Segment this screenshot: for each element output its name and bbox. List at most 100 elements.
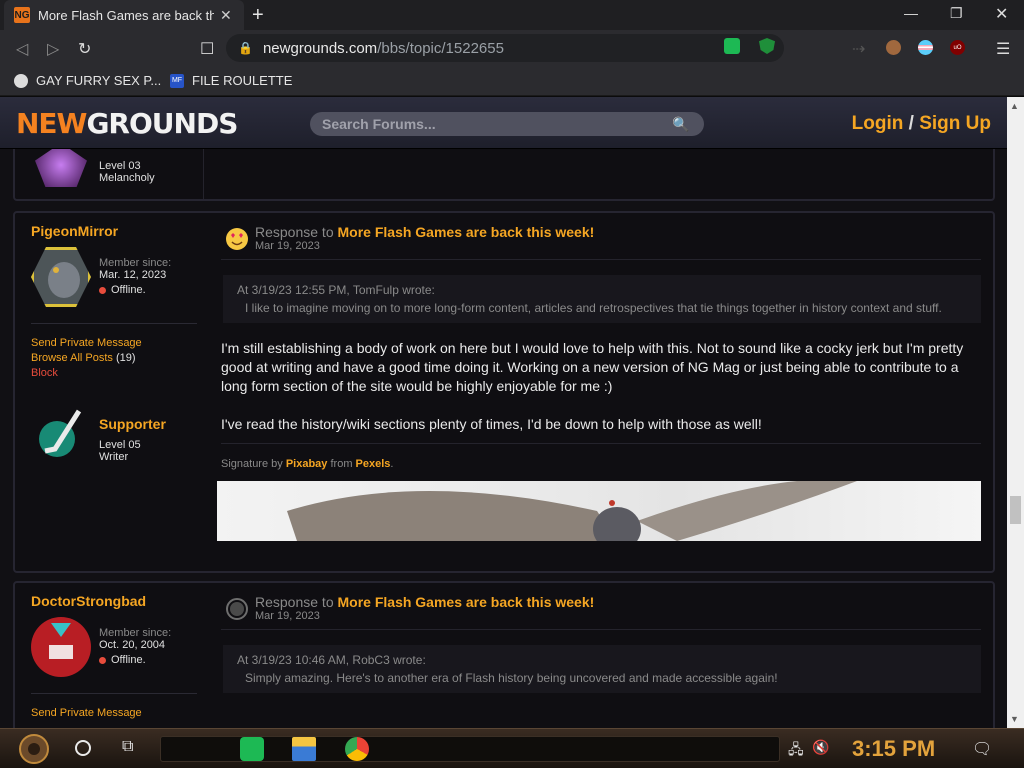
file-explorer-icon[interactable] [292, 737, 316, 761]
auth-separator: / [908, 113, 914, 134]
post-date: Mar 19, 2023 [255, 610, 320, 622]
profile-avatar-icon[interactable] [886, 40, 901, 55]
close-window-icon[interactable]: ✕ [995, 4, 1008, 24]
signup-link[interactable]: Sign Up [919, 113, 991, 134]
tab-title: More Flash Games are back this [38, 7, 214, 23]
forum-search: 🔍 [310, 112, 704, 136]
response-header: Response to More Flash Games are back th… [255, 224, 595, 240]
supporter-title: Supporter [99, 416, 166, 432]
network-icon[interactable]: 🖧 [788, 739, 804, 763]
forum-post: PigeonMirror Member since: Mar. 12, 2023… [13, 211, 995, 573]
file-roulette-icon: MF [170, 73, 184, 88]
clock[interactable]: 3:15 PM [852, 736, 935, 762]
thread-title-link[interactable]: More Flash Games are back this week! [338, 594, 595, 610]
extension-green-icon[interactable] [724, 38, 740, 54]
menu-icon[interactable]: ☰ [996, 39, 1010, 59]
page-scrollbar[interactable] [1007, 97, 1024, 728]
supporter-rank: Writer [99, 451, 129, 463]
signature-credit: Signature by Pixabay from Pexels. [221, 458, 394, 470]
user-avatar[interactable] [31, 247, 91, 307]
divider [221, 629, 981, 630]
globe-icon [14, 73, 28, 88]
bookmark-label: GAY FURRY SEX P... [36, 73, 162, 88]
volume-muted-icon[interactable]: 🔇 [812, 739, 829, 756]
quote-body: I like to imagine moving on to more long… [245, 301, 942, 315]
tab-strip: NG More Flash Games are back this ✕ + — … [0, 0, 1024, 30]
close-tab-icon[interactable]: ✕ [220, 7, 232, 24]
offline-dot-icon [99, 286, 106, 294]
browser-tab[interactable]: NG More Flash Games are back this ✕ [4, 0, 244, 30]
send-pm-link[interactable]: Send Private Message [31, 707, 142, 719]
scroll-up-icon[interactable]: ▲ [1010, 101, 1019, 111]
divider [31, 323, 197, 324]
quote-body: Simply amazing. Here's to another era of… [245, 671, 778, 685]
newgrounds-favicon-icon: NG [14, 7, 30, 23]
chrome-app-icon[interactable] [345, 737, 369, 761]
level-text: Level 03 [99, 160, 141, 172]
restore-icon[interactable]: ❐ [950, 5, 963, 22]
notifications-icon[interactable]: 🗨 [972, 739, 992, 759]
quote-block: At 3/19/23 10:46 AM, RobC3 wrote: Simply… [223, 645, 981, 693]
reload-icon[interactable]: ↻ [78, 39, 91, 59]
forward-icon[interactable]: ▷ [47, 39, 59, 59]
member-since-date: Oct. 20, 2004 [99, 639, 166, 651]
bookmark-item[interactable]: MF FILE ROULETTE [170, 73, 292, 88]
neutral-response-icon [226, 598, 248, 620]
lock-icon: 🔒 [238, 41, 253, 55]
post-content: Response to More Flash Games are back th… [221, 583, 981, 728]
new-tab-icon[interactable]: + [252, 4, 264, 27]
address-bar[interactable]: 🔒 newgrounds.com /bbs/topic/1522655 [226, 34, 784, 62]
post-body-paragraph: I'm still establishing a body of work on… [221, 340, 964, 394]
block-link[interactable]: Block [31, 367, 58, 379]
pigeons-image [287, 481, 857, 541]
post-body-paragraph: I've read the history/wiki sections plen… [221, 416, 762, 432]
divider [31, 693, 197, 694]
scroll-down-icon[interactable]: ▼ [1010, 714, 1019, 724]
send-pm-link[interactable]: Send Private Message [31, 337, 142, 349]
quote-header: At 3/19/23 12:55 PM, TomFulp wrote: [237, 283, 435, 297]
heart-eyes-emoji-icon [226, 228, 248, 250]
scroll-thumb[interactable] [1010, 496, 1021, 524]
supporter-level: Level 05 [99, 439, 141, 451]
member-since-label: Member since: [99, 257, 172, 269]
task-view-icon[interactable]: ⧉ [122, 738, 133, 756]
online-status: Offline. [99, 284, 146, 296]
web-page: NEWGROUNDS 🔍 Login / Sign Up Level 03 Me… [0, 97, 1007, 728]
spotify-app-icon[interactable] [240, 737, 264, 761]
strongbad-avatar-icon [49, 623, 73, 659]
divider [221, 259, 981, 260]
browse-posts-link[interactable]: Browse All Posts (19) [31, 352, 136, 364]
search-taskbar-icon[interactable] [75, 740, 91, 756]
username-link[interactable]: PigeonMirror [31, 223, 118, 239]
flag-extension-icon[interactable] [918, 40, 933, 55]
bookmark-item[interactable]: GAY FURRY SEX P... [14, 73, 161, 88]
member-since-label: Member since: [99, 627, 172, 639]
rank-text: Melancholy [99, 172, 155, 184]
signature-image [217, 481, 981, 541]
signature-author-link[interactable]: Pixabay [286, 458, 328, 470]
response-header: Response to More Flash Games are back th… [255, 594, 595, 610]
signature-source-link[interactable]: Pexels [356, 458, 391, 470]
ublock-icon[interactable]: uO [950, 40, 965, 55]
extension-icon[interactable]: ⇢ [852, 39, 865, 59]
back-icon[interactable]: ◁ [16, 39, 28, 59]
login-link[interactable]: Login [852, 113, 904, 134]
search-input[interactable] [322, 116, 672, 132]
start-button-icon[interactable] [18, 733, 50, 765]
offline-dot-icon [99, 656, 106, 664]
bookmark-icon[interactable]: ☐ [200, 39, 214, 59]
username-link[interactable]: DoctorStrongbad [31, 593, 146, 609]
divider [221, 443, 981, 444]
member-since-date: Mar. 12, 2023 [99, 269, 167, 281]
user-avatar[interactable] [31, 617, 91, 677]
online-status: Offline. [99, 654, 146, 666]
url-host: newgrounds.com [262, 39, 378, 57]
supporter-hockey-stick-icon [39, 409, 82, 457]
search-icon[interactable]: 🔍 [672, 116, 689, 133]
bookmark-label: FILE ROULETTE [192, 73, 293, 88]
minimize-icon[interactable]: — [904, 5, 918, 21]
newgrounds-logo[interactable]: NEWGROUNDS [16, 107, 238, 140]
thread-title-link[interactable]: More Flash Games are back this week! [338, 224, 595, 240]
taskbar: ⧉ 🖧 🔇 3:15 PM 🗨 [0, 728, 1024, 768]
level-badge-icon [35, 143, 87, 187]
